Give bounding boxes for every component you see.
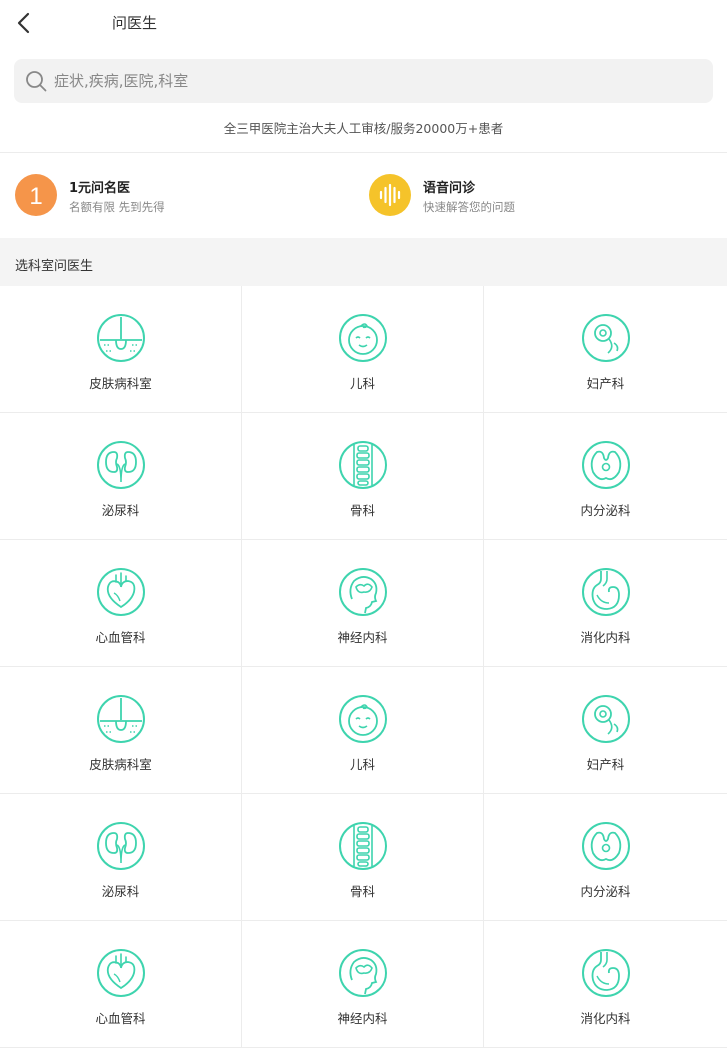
brain-icon (338, 949, 387, 997)
department-item[interactable]: 妇产科 (484, 667, 727, 794)
fetus-icon (581, 314, 630, 362)
department-item[interactable]: 泌尿科 (0, 794, 242, 921)
department-item[interactable]: 神经内科 (242, 540, 484, 667)
department-label: 皮肤病科室 (89, 376, 152, 391)
department-item[interactable]: 妇产科 (484, 286, 727, 413)
brain-icon (338, 568, 387, 616)
baby-icon (338, 695, 387, 743)
back-arrow-icon[interactable] (12, 9, 38, 37)
department-item[interactable]: 神经内科 (242, 921, 484, 1048)
voice-consult-card[interactable]: 语音问诊 快速解答您的问题 (369, 172, 699, 218)
department-grid: 皮肤病科室 儿科 妇产科 泌尿科 骨科 内分泌科 心血管科 神经内科 消化内科 … (0, 286, 727, 1048)
department-label: 皮肤病科室 (89, 757, 152, 772)
department-item[interactable]: 儿科 (242, 667, 484, 794)
kidney-icon (96, 441, 145, 489)
spine-icon (338, 822, 387, 870)
heart-icon (96, 568, 145, 616)
section-title: 选科室问医生 (15, 259, 94, 274)
department-label: 神经内科 (337, 1011, 388, 1026)
department-label: 心血管科 (95, 1011, 146, 1026)
department-item[interactable]: 泌尿科 (0, 413, 242, 540)
top-bar: 问医生 (0, 0, 727, 46)
department-label: 内分泌科 (580, 503, 631, 518)
department-label: 心血管科 (95, 630, 146, 645)
department-label: 内分泌科 (580, 884, 631, 899)
department-item[interactable]: 皮肤病科室 (0, 286, 242, 413)
endocrine-icon (581, 441, 630, 489)
promo-title: 语音问诊 (423, 181, 476, 196)
department-item[interactable]: 心血管科 (0, 540, 242, 667)
department-label: 泌尿科 (101, 884, 140, 899)
stomach-icon (581, 949, 630, 997)
department-item[interactable]: 心血管科 (0, 921, 242, 1048)
promo-desc: 快速解答您的问题 (423, 200, 515, 214)
stomach-icon (581, 568, 630, 616)
baby-icon (338, 314, 387, 362)
department-item[interactable]: 皮肤病科室 (0, 667, 242, 794)
voice-wave-icon (369, 174, 411, 216)
page-title: 问医生 (112, 14, 158, 32)
heart-icon (96, 949, 145, 997)
skin-icon (96, 314, 145, 362)
department-label: 消化内科 (580, 630, 631, 645)
department-label: 泌尿科 (101, 503, 140, 518)
section-header: 选科室问医生 (0, 238, 727, 286)
department-label: 神经内科 (337, 630, 388, 645)
badge-number: 1 (29, 183, 42, 210)
skin-icon (96, 695, 145, 743)
department-item[interactable]: 儿科 (242, 286, 484, 413)
fetus-icon (581, 695, 630, 743)
department-item[interactable]: 消化内科 (484, 921, 727, 1048)
endocrine-icon (581, 822, 630, 870)
department-item[interactable]: 骨科 (242, 794, 484, 921)
search-icon (26, 71, 47, 92)
department-label: 骨科 (349, 884, 375, 899)
department-label: 妇产科 (586, 757, 625, 772)
department-label: 骨科 (349, 503, 375, 518)
one-yuan-consult-card[interactable]: 1 1元问名医 名额有限 先到先得 (15, 172, 345, 218)
service-subtitle: 全三甲医院主治大夫人工审核/服务20000万+患者 (223, 121, 504, 136)
department-item[interactable]: 内分泌科 (484, 413, 727, 540)
search-bar[interactable] (14, 59, 713, 103)
department-label: 儿科 (349, 757, 375, 772)
number-one-badge-icon: 1 (15, 174, 57, 216)
department-label: 儿科 (349, 376, 375, 391)
department-item[interactable]: 消化内科 (484, 540, 727, 667)
department-label: 妇产科 (586, 376, 625, 391)
department-item[interactable]: 骨科 (242, 413, 484, 540)
promo-desc: 名额有限 先到先得 (69, 200, 165, 214)
department-label: 消化内科 (580, 1011, 631, 1026)
divider (0, 152, 727, 153)
search-input[interactable] (54, 59, 694, 103)
kidney-icon (96, 822, 145, 870)
spine-icon (338, 441, 387, 489)
department-item[interactable]: 内分泌科 (484, 794, 727, 921)
promo-title: 1元问名医 (69, 181, 131, 196)
